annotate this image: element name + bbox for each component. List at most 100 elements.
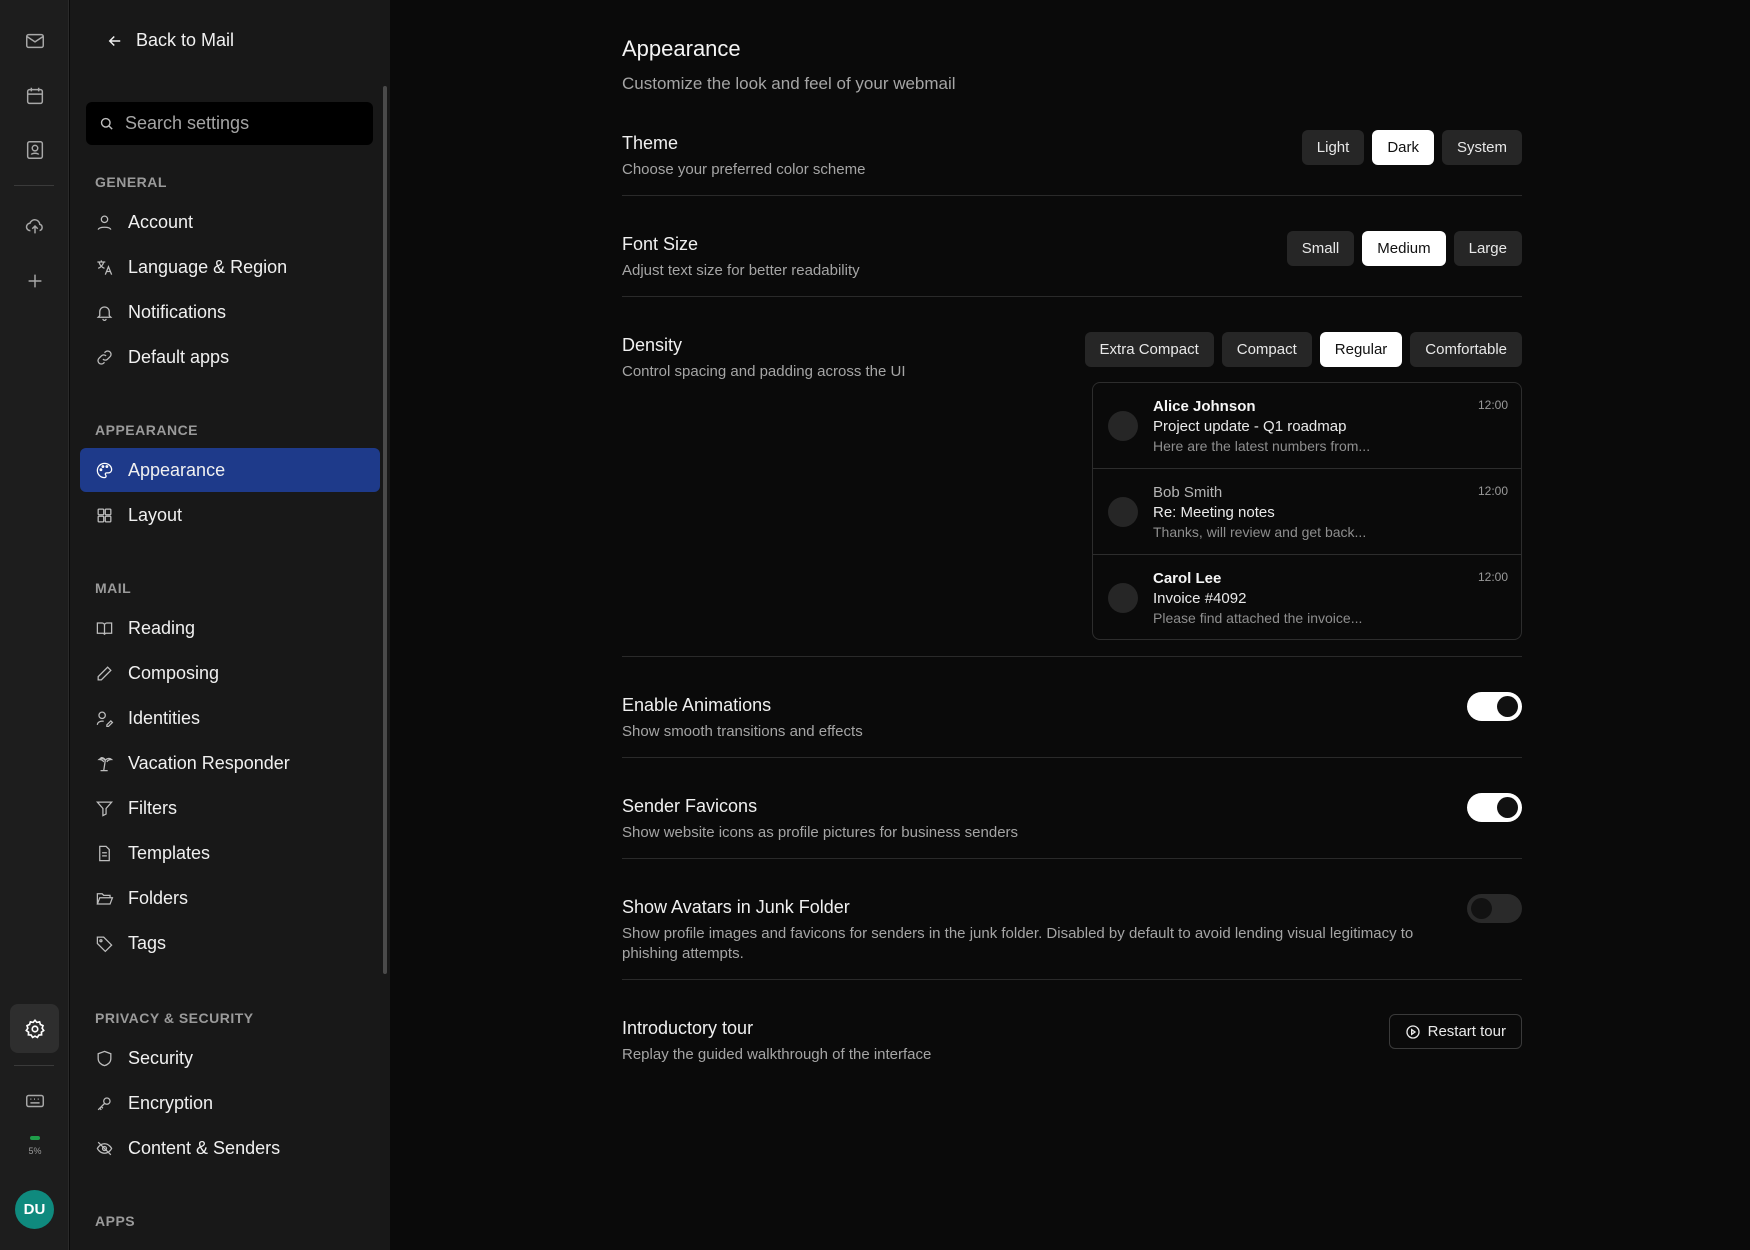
sidebar-scrollbar[interactable] — [383, 86, 387, 974]
sidebar-item-appearance[interactable]: Appearance — [80, 448, 380, 492]
tour-title: Introductory tour — [622, 1018, 754, 1038]
sender-avatar — [1108, 497, 1138, 527]
tag-icon — [96, 936, 113, 952]
divider — [622, 757, 1522, 758]
link-icon — [97, 349, 112, 365]
keyboard-icon[interactable] — [10, 1076, 59, 1125]
shield-icon — [97, 1050, 112, 1066]
animations-title: Enable Animations — [622, 695, 772, 715]
plus-icon[interactable] — [10, 256, 59, 305]
font-size-option-small[interactable]: Small — [1286, 231, 1355, 266]
sidebar-item-templates[interactable]: Templates — [80, 831, 380, 875]
preview-mail-item: Alice Johnson Project update - Q1 roadma… — [1093, 383, 1521, 469]
junk-avatars-desc: Show profile images and favicons for sen… — [622, 925, 1414, 962]
mail-subject: Re: Meeting notes — [1153, 504, 1275, 521]
preview-mail-item: Carol Lee Invoice #4092 Please find atta… — [1093, 555, 1521, 639]
sidebar-item-default-apps[interactable]: Default apps — [80, 335, 380, 379]
favicons-desc: Show website icons as profile pictures f… — [622, 824, 1019, 841]
sidebar-item-label: Composing — [128, 662, 220, 683]
mail-time: 12:00 — [1477, 570, 1508, 584]
grid-icon — [97, 508, 112, 522]
sidebar-item-tags[interactable]: Tags — [80, 921, 380, 965]
junk-avatars-toggle[interactable] — [1467, 894, 1522, 923]
sidebar-item-label: Security — [128, 1047, 194, 1068]
font-size-selector: Small Medium Large — [1286, 231, 1522, 266]
rail-divider — [14, 1065, 54, 1066]
divider — [622, 195, 1522, 196]
sidebar-item-label: Folders — [128, 887, 189, 908]
translate-icon — [97, 259, 113, 275]
restart-tour-label: Restart tour — [1427, 1023, 1506, 1040]
sidebar-item-label: Encryption — [128, 1092, 214, 1113]
sidebar-item-reading[interactable]: Reading — [80, 606, 380, 650]
font-size-option-medium[interactable]: Medium — [1362, 231, 1446, 266]
pencil-icon — [97, 665, 112, 680]
page-title: Appearance — [622, 36, 741, 61]
contacts-icon[interactable] — [10, 125, 59, 174]
storage-label: 5% — [28, 1146, 42, 1156]
back-to-mail-link[interactable]: Back to Mail — [106, 30, 234, 51]
theme-title: Theme — [622, 133, 679, 153]
bell-icon — [96, 305, 113, 321]
app-rail: 5% DU — [0, 0, 69, 1250]
sidebar-item-language[interactable]: Language & Region — [80, 245, 380, 289]
sender-avatar — [1108, 583, 1138, 613]
sidebar-item-account[interactable]: Account — [80, 200, 380, 244]
settings-sidebar: Back to Mail GENERAL Account Language & … — [70, 0, 390, 1250]
eye-off-icon — [96, 1141, 113, 1155]
avatar[interactable]: DU — [15, 1190, 54, 1229]
settings-search[interactable] — [86, 102, 373, 145]
sidebar-item-vacation[interactable]: Vacation Responder — [80, 741, 380, 785]
settings-icon[interactable] — [10, 1004, 59, 1053]
sidebar-item-label: Templates — [128, 842, 211, 863]
sidebar-item-label: Notifications — [128, 301, 227, 322]
sidebar-item-identities[interactable]: Identities — [80, 696, 380, 740]
tour-desc: Replay the guided walkthrough of the int… — [622, 1046, 932, 1063]
font-size-option-large[interactable]: Large — [1453, 231, 1522, 266]
density-option-regular[interactable]: Regular — [1319, 332, 1403, 367]
sidebar-item-content-senders[interactable]: Content & Senders — [80, 1126, 380, 1170]
divider — [622, 656, 1522, 657]
cloud-upload-icon[interactable] — [10, 201, 59, 250]
density-option-comfortable[interactable]: Comfortable — [1410, 332, 1522, 367]
search-input[interactable] — [125, 113, 355, 134]
sidebar-item-label: Reading — [128, 617, 196, 638]
sidebar-item-folders[interactable]: Folders — [80, 876, 380, 920]
mail-snippet: Here are the latest numbers from... — [1153, 438, 1371, 454]
favicons-toggle[interactable] — [1467, 793, 1522, 822]
key-icon — [97, 1096, 111, 1110]
restart-tour-button[interactable]: Restart tour — [1388, 1014, 1522, 1049]
sidebar-item-label: Identities — [128, 707, 201, 728]
mail-time: 12:00 — [1477, 398, 1508, 412]
sidebar-item-composing[interactable]: Composing — [80, 651, 380, 695]
animations-toggle[interactable] — [1467, 692, 1522, 721]
font-size-title: Font Size — [622, 234, 699, 254]
favicons-title: Sender Favicons — [622, 796, 758, 816]
sidebar-item-security[interactable]: Security — [80, 1036, 380, 1080]
theme-option-system[interactable]: System — [1441, 130, 1522, 165]
junk-avatars-title: Show Avatars in Junk Folder — [622, 897, 850, 917]
sidebar-item-filters[interactable]: Filters — [80, 786, 380, 830]
density-selector: Extra Compact Compact Regular Comfortabl… — [1084, 332, 1522, 367]
sidebar-item-layout[interactable]: Layout — [80, 493, 380, 537]
sidebar-item-encryption[interactable]: Encryption — [80, 1081, 380, 1125]
section-appearance: APPEARANCE — [95, 422, 199, 438]
density-option-compact[interactable]: Compact — [1221, 332, 1312, 367]
density-title: Density — [622, 335, 683, 355]
section-mail: MAIL — [95, 580, 132, 596]
density-option-extra-compact[interactable]: Extra Compact — [1084, 332, 1214, 367]
search-icon — [100, 117, 113, 130]
palette-icon — [96, 462, 113, 478]
section-privacy: PRIVACY & SECURITY — [95, 1010, 254, 1026]
storage-indicator[interactable]: 5% — [17, 1136, 53, 1156]
theme-option-dark[interactable]: Dark — [1372, 130, 1434, 165]
toggle-knob — [1497, 797, 1518, 818]
mail-icon[interactable] — [10, 16, 59, 65]
calendar-icon[interactable] — [10, 71, 59, 120]
sidebar-item-label: Account — [128, 211, 194, 232]
sidebar-item-label: Layout — [128, 504, 183, 525]
palm-tree-icon — [97, 756, 114, 771]
page-subtitle: Customize the look and feel of your webm… — [622, 74, 956, 93]
sidebar-item-notifications[interactable]: Notifications — [80, 290, 380, 334]
theme-option-light[interactable]: Light — [1301, 130, 1365, 165]
